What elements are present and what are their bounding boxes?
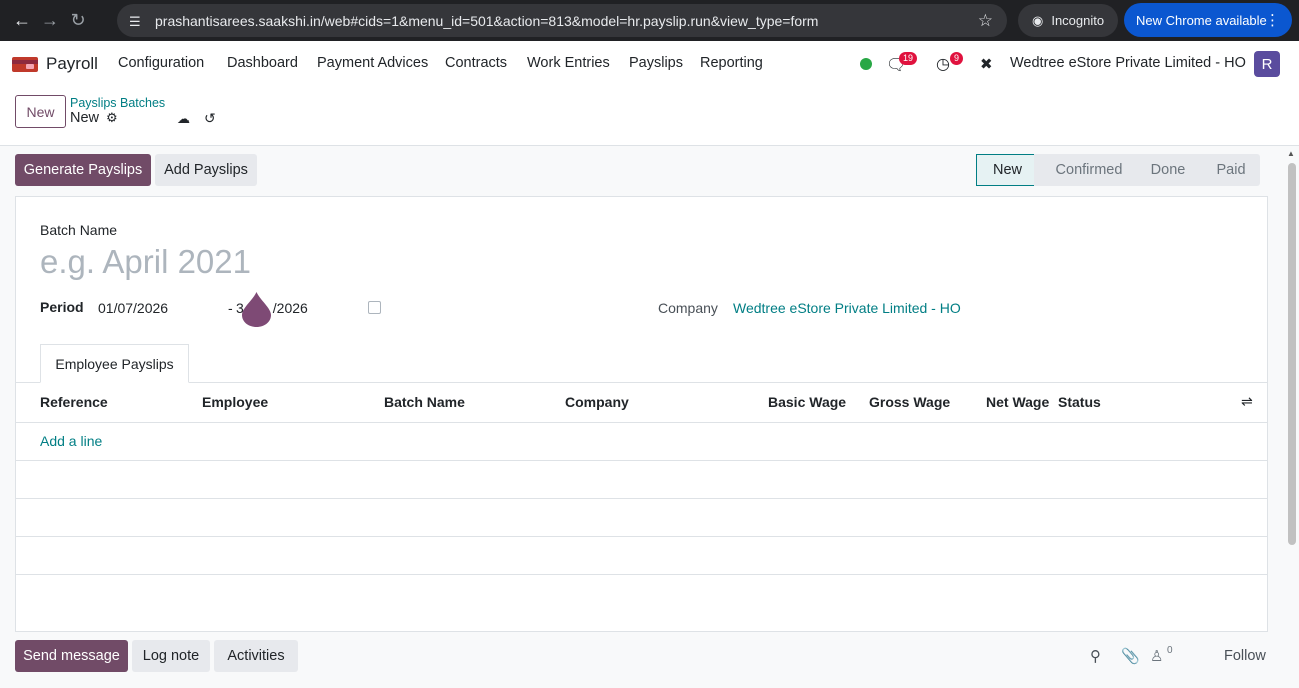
debug-tools-icon[interactable]: ✖ [980, 55, 993, 73]
column-gross-wage[interactable]: Gross Wage [869, 394, 950, 410]
new-record-button[interactable]: New [15, 95, 66, 128]
new-chrome-label: New Chrome available [1136, 12, 1267, 28]
batch-name-input[interactable]: e.g. April 2021 [40, 243, 251, 281]
incognito-label: Incognito [1051, 13, 1105, 28]
online-status-icon [860, 58, 872, 70]
payroll-app-icon[interactable] [12, 55, 38, 73]
incognito-indicator[interactable]: ◉ Incognito [1018, 4, 1118, 37]
menu-reporting[interactable]: Reporting [700, 55, 763, 71]
column-employee[interactable]: Employee [202, 394, 268, 410]
period-label: Period [40, 299, 84, 315]
activities-button[interactable]: Activities [214, 640, 298, 672]
stage-label: Done [1150, 162, 1186, 178]
stage-paid[interactable]: Paid [1192, 154, 1260, 186]
search-icon[interactable]: ⚲ [1090, 647, 1101, 665]
company-field-link[interactable]: Wedtree eStore Private Limited - HO [733, 300, 961, 316]
status-bar: New Confirmed Done Paid [976, 154, 1260, 186]
followers-icon[interactable]: ♙ [1150, 647, 1163, 665]
company-label: Company [658, 300, 718, 316]
followers-count: 0 [1167, 645, 1173, 656]
attachment-paperclip-icon[interactable]: 📎 [1121, 647, 1140, 665]
company-switcher[interactable]: Wedtree eStore Private Limited - HO [1010, 55, 1246, 71]
new-chrome-available-button[interactable]: New Chrome available ⋮ [1124, 3, 1292, 37]
menu-work-entries[interactable]: Work Entries [527, 55, 610, 71]
stage-label: New [992, 162, 1022, 178]
table-row-divider [16, 498, 1267, 499]
incognito-icon: ◉ [1032, 12, 1044, 28]
back-icon[interactable]: ← [8, 7, 36, 35]
period-start-date[interactable]: 01/07/2026 [98, 300, 168, 316]
bookmark-star-icon[interactable]: ☆ [978, 11, 993, 31]
table-row-divider [16, 574, 1267, 575]
tab-underline [16, 382, 1267, 383]
batch-name-label: Batch Name [40, 222, 118, 238]
activity-clock-icon[interactable]: ◷ [936, 54, 950, 74]
log-note-button[interactable]: Log note [132, 640, 210, 672]
more-menu-icon[interactable]: ⋮ [1265, 11, 1280, 29]
site-info-icon[interactable]: ☰ [129, 14, 147, 29]
menu-contracts[interactable]: Contracts [445, 55, 507, 71]
menu-payment-advices[interactable]: Payment Advices [317, 55, 428, 71]
column-batch-name[interactable]: Batch Name [384, 394, 465, 410]
column-net-wage[interactable]: Net Wage [986, 394, 1049, 410]
period-end-date-tail: /2026 [272, 300, 308, 316]
discard-icon[interactable]: ↺ [204, 110, 216, 127]
scroll-up-arrow-icon[interactable]: ▲ [1287, 149, 1295, 158]
generate-payslips-button[interactable]: Generate Payslips [15, 154, 151, 186]
column-status[interactable]: Status [1058, 394, 1101, 410]
column-reference[interactable]: Reference [40, 394, 108, 410]
reload-icon[interactable]: ↻ [64, 7, 92, 35]
table-row-divider [16, 460, 1267, 461]
menu-payslips[interactable]: Payslips [629, 55, 683, 71]
chat-badge: 19 [899, 52, 918, 65]
user-avatar[interactable]: R [1254, 51, 1280, 77]
add-a-line-link[interactable]: Add a line [40, 433, 102, 449]
app-name[interactable]: Payroll [46, 54, 98, 74]
stage-label: Confirmed [1055, 162, 1123, 178]
column-basic-wage[interactable]: Basic Wage [768, 394, 846, 410]
optional-columns-icon[interactable]: ⇌ [1241, 393, 1253, 410]
browser-toolbar: ← → ↻ ☰ prashantisarees.saakshi.in/web#c… [0, 0, 1299, 41]
stage-confirmed[interactable]: Confirmed [1034, 154, 1132, 186]
stage-label: Paid [1216, 162, 1246, 178]
stage-done[interactable]: Done [1132, 154, 1192, 186]
send-message-button[interactable]: Send message [15, 640, 128, 672]
scrollbar-thumb[interactable] [1288, 163, 1296, 545]
follow-button[interactable]: Follow [1224, 648, 1266, 664]
stage-new[interactable]: New [976, 154, 1034, 186]
period-separator: - [228, 300, 233, 316]
table-row-divider [16, 422, 1267, 423]
breadcrumb-current: New [70, 110, 100, 126]
activity-badge: 9 [950, 52, 964, 65]
gear-icon[interactable]: ⚙ [106, 110, 118, 126]
forward-icon[interactable]: → [36, 7, 64, 35]
add-payslips-button[interactable]: Add Payslips [155, 154, 257, 186]
address-bar[interactable]: ☰ prashantisarees.saakshi.in/web#cids=1&… [117, 4, 1007, 37]
url-text[interactable]: prashantisarees.saakshi.in/web#cids=1&me… [155, 13, 818, 29]
breadcrumb-parent-link[interactable]: Payslips Batches [70, 96, 165, 110]
save-cloud-icon[interactable]: ☁ [177, 111, 190, 127]
period-checkbox[interactable] [368, 301, 381, 314]
drag-cursor-drop-icon [242, 292, 271, 327]
table-row-divider [16, 536, 1267, 537]
menu-configuration[interactable]: Configuration [118, 55, 204, 71]
tab-employee-payslips[interactable]: Employee Payslips [40, 344, 189, 383]
column-company[interactable]: Company [565, 394, 629, 410]
menu-dashboard[interactable]: Dashboard [227, 55, 298, 71]
